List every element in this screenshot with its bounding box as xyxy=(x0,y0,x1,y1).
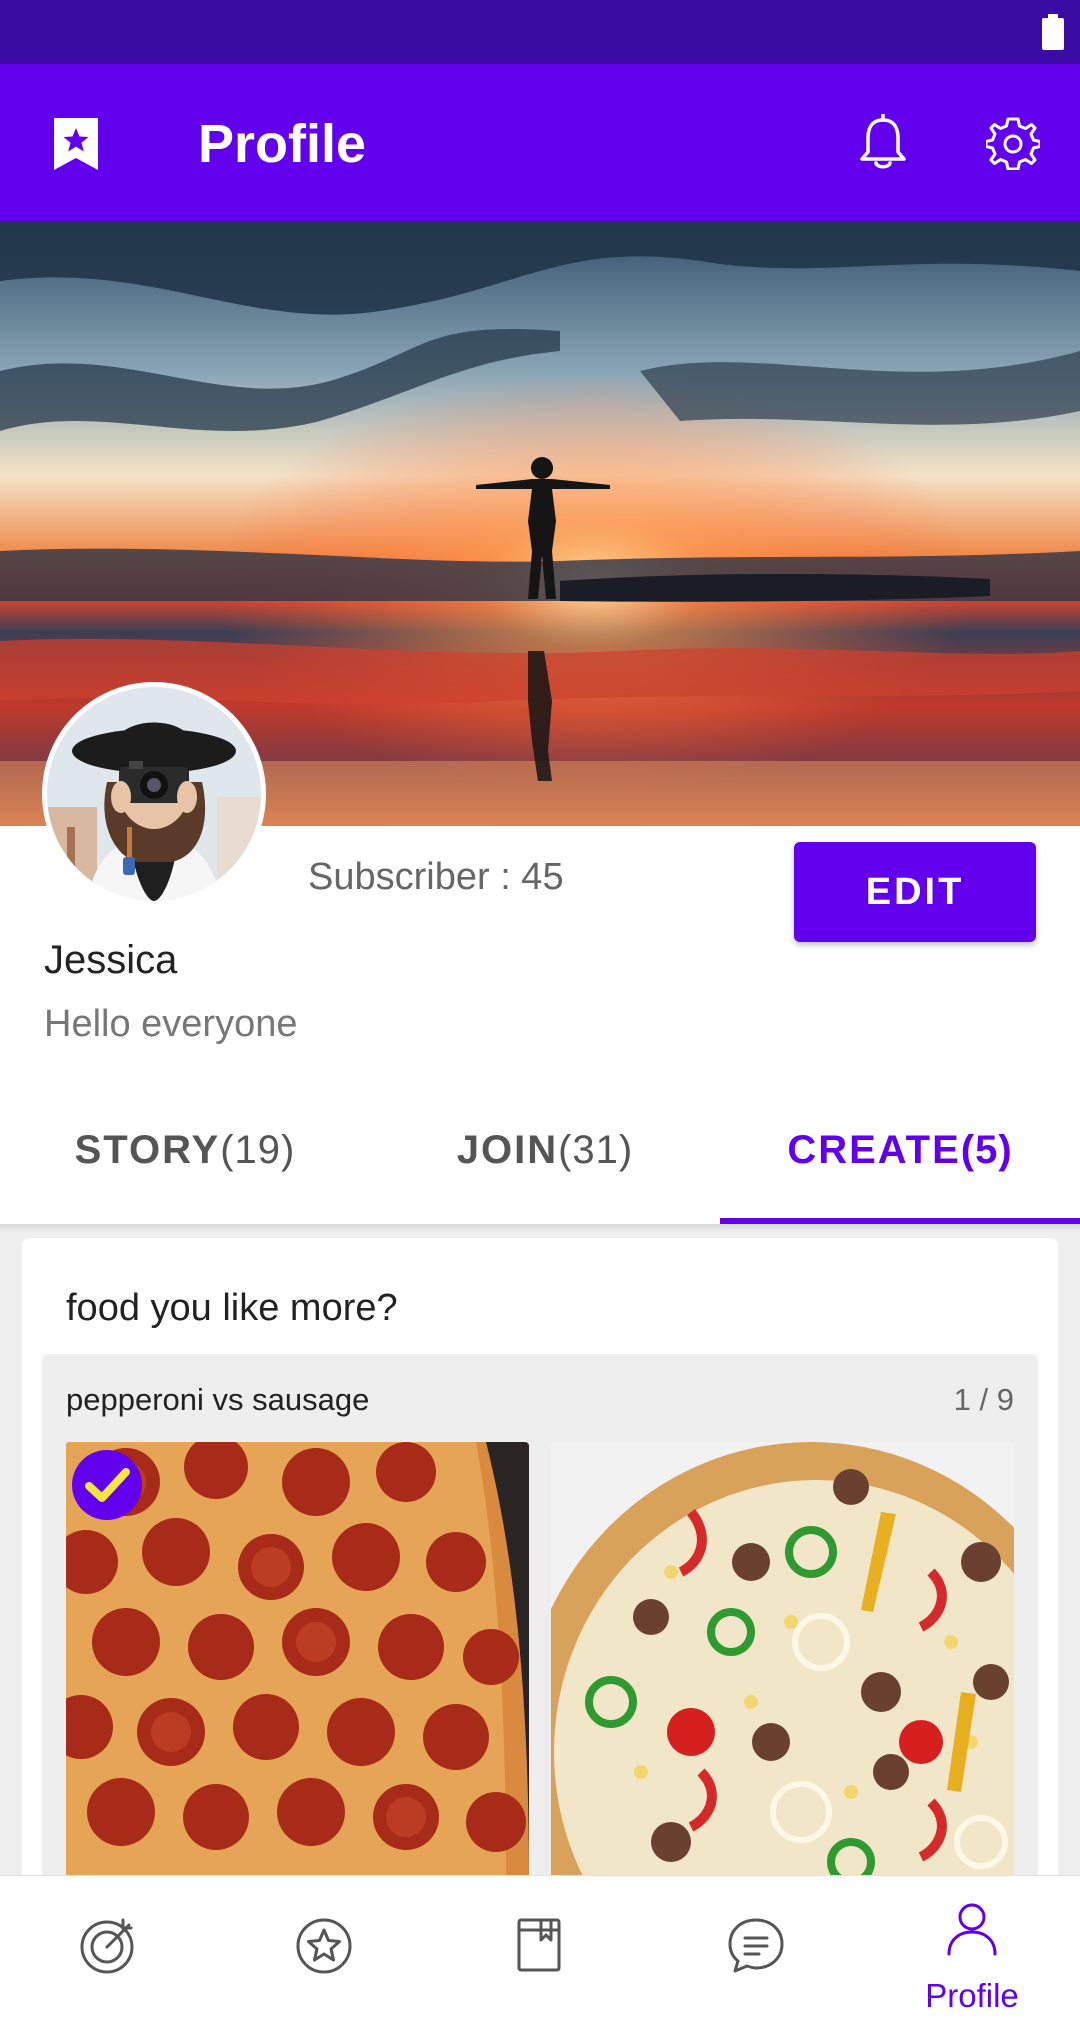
profile-name: Jessica xyxy=(44,938,178,982)
post-title: food you like more? xyxy=(66,1287,398,1329)
tab-join-label: JOIN xyxy=(456,1128,559,1172)
status-bar xyxy=(0,0,1080,64)
profile-screen: Profile Subscriber: 45 EDIT Jessica Hel… xyxy=(0,0,1080,2027)
nav-item-chat[interactable] xyxy=(648,1876,864,2027)
nav-profile-label: Profile xyxy=(925,1977,1019,2014)
nav-item-book[interactable] xyxy=(432,1876,648,2027)
bottom-nav: Profile xyxy=(0,1875,1080,2027)
tab-create[interactable]: CREATE(5) xyxy=(740,1120,1060,1180)
person-icon xyxy=(947,1903,997,1956)
avatar[interactable] xyxy=(42,682,266,906)
tabs-divider xyxy=(0,1224,1080,1232)
selected-check-icon xyxy=(72,1450,142,1520)
bookmark-star-icon[interactable] xyxy=(52,116,100,172)
nav-item-profile[interactable]: Profile xyxy=(864,1876,1080,2027)
nav-item-target[interactable] xyxy=(0,1876,216,2027)
app-bar: Profile xyxy=(0,64,1080,221)
poll-question: pepperoni vs sausage xyxy=(66,1382,370,1417)
poll-page-indicator: 1 / 9 xyxy=(953,1382,1014,1417)
star-icon xyxy=(296,1918,352,1974)
profile-bio: Hello everyone xyxy=(44,1003,298,1045)
tab-join-count: (31) xyxy=(558,1128,634,1172)
tab-story-count: (19) xyxy=(220,1128,296,1172)
tab-story-label: STORY xyxy=(74,1128,221,1172)
target-icon xyxy=(80,1918,134,1974)
subscriber-count: Subscriber : 45 xyxy=(308,856,564,898)
poll-option-sausage[interactable] xyxy=(551,1442,1014,1882)
bell-icon[interactable] xyxy=(858,114,908,170)
tab-create-label: CREATE xyxy=(787,1128,961,1172)
gear-icon[interactable] xyxy=(986,116,1040,170)
tab-create-count: (5) xyxy=(960,1128,1013,1172)
nav-item-star[interactable] xyxy=(216,1876,432,2027)
chat-icon xyxy=(728,1918,784,1973)
tab-story[interactable]: STORY(19) xyxy=(40,1120,330,1180)
edit-button[interactable]: EDIT xyxy=(794,842,1036,942)
page-title: Profile xyxy=(198,114,367,174)
tab-join[interactable]: JOIN(31) xyxy=(420,1120,670,1180)
book-icon xyxy=(517,1918,561,1972)
battery-icon xyxy=(1042,14,1064,50)
